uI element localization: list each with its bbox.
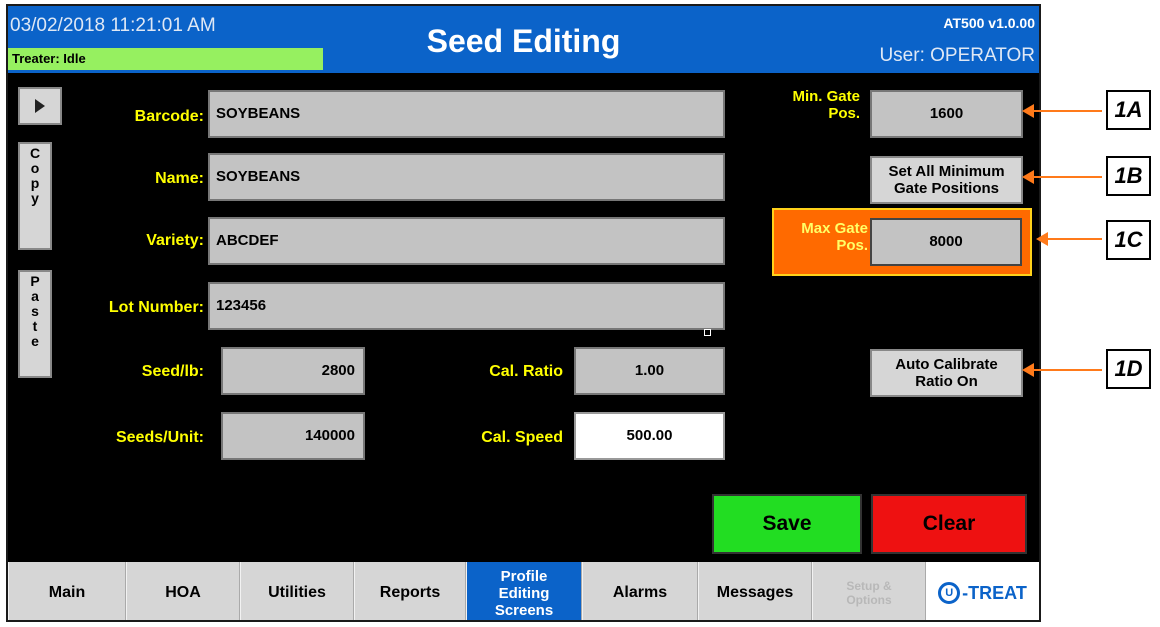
tab-hoa[interactable]: HOA bbox=[126, 562, 240, 620]
barcode-label: Barcode: bbox=[134, 108, 204, 125]
variety-label: Variety: bbox=[146, 232, 204, 249]
user-label: User: OPERATOR bbox=[879, 45, 1035, 66]
max-gate-label-line2: Pos. bbox=[836, 237, 868, 254]
barcode-field[interactable]: SOYBEANS bbox=[208, 90, 725, 138]
u-logo-icon: U bbox=[938, 582, 961, 604]
min-gate-label-line2: Pos. bbox=[828, 105, 860, 122]
callout-arrow-1b bbox=[1022, 170, 1102, 184]
paste-letter: e bbox=[31, 333, 39, 349]
tab-alarms[interactable]: Alarms bbox=[582, 562, 698, 620]
variety-field[interactable]: ABCDEF bbox=[208, 217, 725, 265]
tab-setup-options[interactable]: Setup & Options bbox=[812, 562, 926, 620]
play-icon bbox=[35, 99, 45, 113]
max-gate-field[interactable]: 8000 bbox=[870, 218, 1022, 266]
tab-messages[interactable]: Messages bbox=[698, 562, 812, 620]
logo-text: -TREAT bbox=[962, 582, 1027, 603]
header-bar: 03/02/2018 11:21:01 AM Treater: Idle See… bbox=[8, 6, 1039, 73]
hmi-screen: 03/02/2018 11:21:01 AM Treater: Idle See… bbox=[6, 4, 1041, 622]
callout-1d: 1D bbox=[1106, 349, 1151, 389]
cal-speed-field[interactable]: 500.00 bbox=[574, 412, 725, 460]
bottom-nav: Main HOA Utilities Reports Profile Editi… bbox=[8, 562, 1039, 620]
min-gate-label-line1: Min. Gate bbox=[792, 88, 860, 105]
resize-handle bbox=[704, 329, 711, 336]
callout-1b: 1B bbox=[1106, 156, 1151, 196]
play-button[interactable] bbox=[18, 87, 62, 125]
name-field[interactable]: SOYBEANS bbox=[208, 153, 725, 201]
tab-setup-line2: Options bbox=[846, 593, 892, 607]
auto-calibrate-button[interactable]: Auto Calibrate Ratio On bbox=[870, 349, 1023, 397]
seeds-unit-field[interactable]: 140000 bbox=[221, 412, 365, 460]
tab-profile-line2: Editing bbox=[498, 584, 550, 602]
name-label: Name: bbox=[155, 170, 204, 187]
cal-speed-label: Cal. Speed bbox=[481, 429, 563, 446]
cal-ratio-field[interactable]: 1.00 bbox=[574, 347, 725, 395]
max-gate-label-line1: Max Gate bbox=[801, 220, 868, 237]
set-all-line2: Gate Positions bbox=[893, 180, 1000, 197]
save-button[interactable]: Save bbox=[712, 494, 862, 554]
lot-number-label: Lot Number: bbox=[108, 299, 204, 316]
copy-letter: p bbox=[30, 175, 40, 191]
cal-ratio-label: Cal. Ratio bbox=[489, 363, 563, 380]
tab-setup-line1: Setup & bbox=[846, 579, 892, 593]
tab-profile-editing[interactable]: Profile Editing Screens bbox=[466, 562, 582, 620]
callout-arrow-1a bbox=[1022, 104, 1102, 118]
auto-cal-line1: Auto Calibrate bbox=[895, 356, 998, 373]
max-gate-panel: Max Gate Pos. 8000 bbox=[772, 208, 1032, 276]
clear-button[interactable]: Clear bbox=[871, 494, 1027, 554]
tab-profile-line1: Profile bbox=[500, 567, 548, 585]
paste-button[interactable]: P a s t e bbox=[18, 270, 52, 378]
copy-letter: y bbox=[31, 190, 39, 206]
auto-cal-line2: Ratio On bbox=[915, 373, 978, 390]
copy-letter: C bbox=[29, 145, 41, 161]
seed-lb-label: Seed/lb: bbox=[141, 363, 204, 380]
min-gate-label: Min. Gate Pos. bbox=[758, 88, 860, 122]
tab-profile-line3: Screens bbox=[494, 601, 554, 619]
lot-number-field[interactable]: 123456 bbox=[208, 282, 725, 330]
version-label: AT500 v1.0.00 bbox=[943, 15, 1035, 31]
tab-utilities[interactable]: Utilities bbox=[240, 562, 354, 620]
set-all-line1: Set All Minimum bbox=[888, 163, 1005, 180]
paste-letter: t bbox=[32, 318, 38, 334]
tab-main[interactable]: Main bbox=[8, 562, 126, 620]
u-treat-logo: U -TREAT bbox=[926, 562, 1039, 620]
callout-arrow-1c bbox=[1036, 232, 1102, 246]
paste-letter: s bbox=[31, 303, 39, 319]
set-all-min-gate-button[interactable]: Set All Minimum Gate Positions bbox=[870, 156, 1023, 204]
copy-button[interactable]: C o p y bbox=[18, 142, 52, 250]
max-gate-label: Max Gate Pos. bbox=[780, 220, 868, 254]
seeds-unit-label: Seeds/Unit: bbox=[115, 429, 204, 446]
seed-lb-field[interactable]: 2800 bbox=[221, 347, 365, 395]
paste-letter: a bbox=[31, 288, 39, 304]
callout-1a: 1A bbox=[1106, 90, 1151, 130]
callout-1c: 1C bbox=[1106, 220, 1151, 260]
paste-letter: P bbox=[30, 273, 40, 289]
copy-letter: o bbox=[30, 160, 40, 176]
callout-arrow-1d bbox=[1022, 363, 1102, 377]
min-gate-field[interactable]: 1600 bbox=[870, 90, 1023, 138]
tab-reports[interactable]: Reports bbox=[354, 562, 466, 620]
